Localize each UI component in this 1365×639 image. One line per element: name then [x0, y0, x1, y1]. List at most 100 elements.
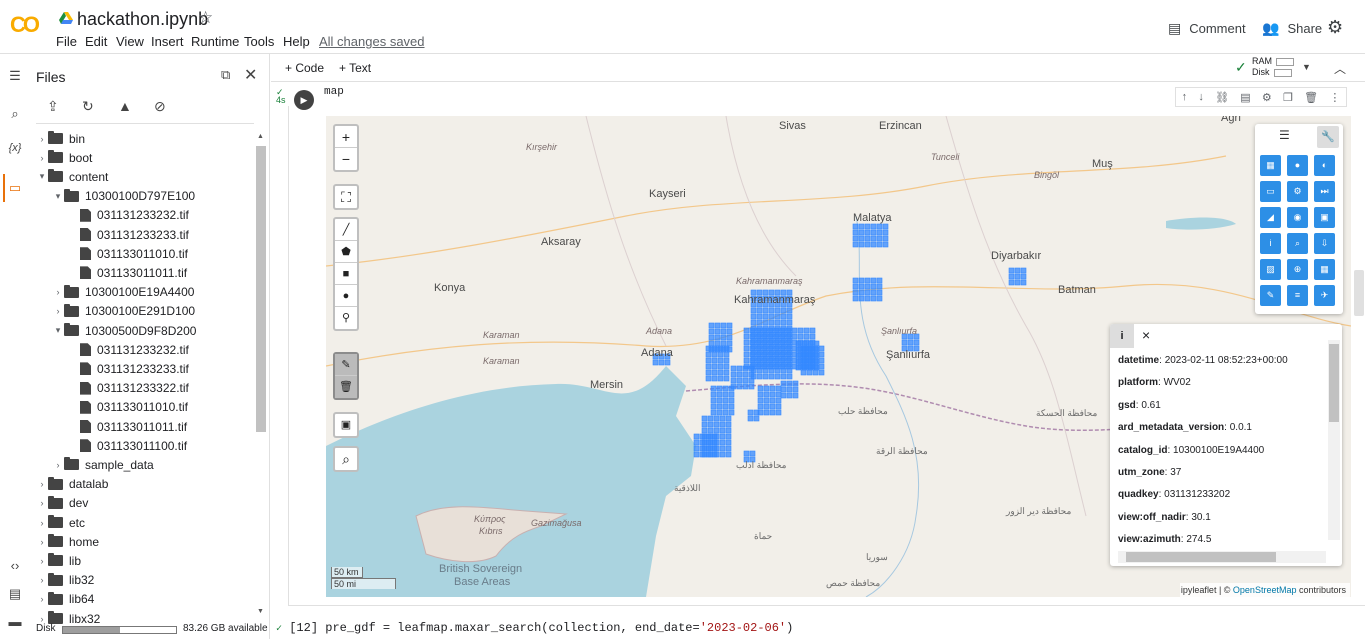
tree-folder[interactable]: › datalab: [36, 475, 108, 494]
scroll-down-arrow-icon[interactable]: ▼: [257, 608, 264, 615]
tree-file[interactable]: 031131233232.tif: [68, 206, 189, 225]
menu-runtime[interactable]: Runtime: [191, 34, 239, 49]
tree-file[interactable]: 031131233233.tif: [68, 359, 189, 378]
zoom-tool-icon[interactable]: ⊕: [1287, 259, 1308, 280]
toc-icon[interactable]: ☰: [6, 68, 24, 86]
collapse-header-icon[interactable]: ︿: [1334, 60, 1346, 77]
move-up-icon[interactable]: ↑: [1182, 91, 1188, 103]
chevron-right-icon[interactable]: ›: [36, 134, 48, 144]
add-text-button[interactable]: + Text: [339, 61, 371, 75]
search-icon[interactable]: ⌕: [6, 106, 24, 124]
chevron-right-icon[interactable]: ›: [36, 537, 48, 547]
scroll-up-arrow-icon[interactable]: ▲: [257, 133, 264, 140]
draw-circle-icon[interactable]: ●: [335, 285, 357, 307]
command-palette-icon[interactable]: ▤: [6, 586, 24, 604]
delete-cell-icon[interactable]: 🗑: [1304, 91, 1318, 104]
basemap-icon[interactable]: ▦: [1260, 155, 1281, 176]
chevron-right-icon[interactable]: ›: [36, 575, 48, 585]
image-icon[interactable]: ▨: [1260, 259, 1281, 280]
notebook-title[interactable]: hackathon.ipynb: [77, 9, 208, 30]
folder-icon[interactable]: ▭: [6, 180, 24, 198]
runtime-dropdown-icon[interactable]: ▼: [1302, 62, 1311, 72]
variables-icon[interactable]: {x}: [6, 142, 24, 160]
chevron-right-icon[interactable]: ›: [36, 594, 48, 604]
zoom-out-button[interactable]: −: [335, 148, 357, 170]
draw-marker-icon[interactable]: ⚲: [335, 307, 357, 329]
chevron-right-icon[interactable]: ›: [36, 518, 48, 528]
tree-folder[interactable]: ▾ content: [36, 167, 108, 186]
draw-polyline-icon[interactable]: ╱: [335, 219, 357, 241]
layer-box-icon[interactable]: ▣: [335, 414, 357, 436]
folder-open-icon[interactable]: ▭: [1260, 181, 1281, 202]
run-cell-button[interactable]: ▶: [294, 90, 314, 110]
refresh-folder-icon[interactable]: ↻: [82, 98, 94, 115]
hide-hidden-files-icon[interactable]: ⊘: [154, 98, 166, 115]
cell-settings-icon[interactable]: ⚙: [1262, 91, 1272, 104]
tree-folder[interactable]: › sample_data: [52, 455, 154, 474]
tree-folder[interactable]: › 10300100E19A4400: [52, 283, 194, 302]
tree-folder[interactable]: › lib32: [36, 571, 94, 590]
fast-forward-icon[interactable]: ⏭: [1314, 181, 1335, 202]
chevron-right-icon[interactable]: ›: [36, 498, 48, 508]
tree-folder[interactable]: ▾ 10300100D797E100: [52, 187, 195, 206]
draw-polygon-icon[interactable]: ⬟: [335, 241, 357, 263]
tree-folder[interactable]: › 10300100E291D100: [52, 302, 195, 321]
tree-folder[interactable]: › lib: [36, 551, 81, 570]
chevron-right-icon[interactable]: ›: [36, 153, 48, 163]
edit-tool-icon[interactable]: ✎: [1260, 285, 1281, 306]
globe-icon[interactable]: ●: [1287, 155, 1308, 176]
tree-folder[interactable]: ▾ 10300500D9F8D200: [52, 321, 196, 340]
tree-folder[interactable]: › home: [36, 532, 99, 551]
terminal-icon[interactable]: ▬: [6, 614, 24, 632]
tree-file[interactable]: 031131233232.tif: [68, 340, 189, 359]
menu-view[interactable]: View: [116, 34, 144, 49]
chevron-down-icon[interactable]: ▾: [52, 325, 64, 336]
tree-folder[interactable]: › bin: [36, 129, 85, 148]
osm-link[interactable]: OpenStreetMap: [1233, 585, 1297, 595]
notebook-scrollbar[interactable]: [1354, 270, 1364, 316]
tree-folder[interactable]: › boot: [36, 148, 92, 167]
save-status[interactable]: All changes saved: [319, 34, 425, 49]
info-icon[interactable]: i: [1110, 324, 1134, 348]
upload-icon[interactable]: ⇪: [47, 98, 59, 115]
tree-file[interactable]: 031133011010.tif: [68, 244, 188, 263]
file-scroll-thumb[interactable]: [256, 146, 266, 432]
link-icon[interactable]: ⛓: [1215, 91, 1229, 104]
menu-help[interactable]: Help: [283, 34, 310, 49]
chevron-right-icon[interactable]: ›: [36, 556, 48, 566]
chevron-down-icon[interactable]: ▾: [52, 191, 64, 202]
menu-tools[interactable]: Tools: [244, 34, 274, 49]
map-search-icon[interactable]: ⌕: [335, 448, 357, 470]
code-snippets-icon[interactable]: ‹›: [6, 558, 24, 576]
resource-monitor[interactable]: RAM Disk: [1252, 56, 1294, 78]
delete-layers-icon[interactable]: 🗑: [335, 376, 357, 398]
plane-icon[interactable]: ✈: [1314, 285, 1335, 306]
info-scroll-thumb[interactable]: [1329, 344, 1339, 422]
chevron-right-icon[interactable]: ›: [52, 460, 64, 470]
contrast-icon[interactable]: ◐: [1314, 155, 1335, 176]
chevron-right-icon[interactable]: ›: [36, 614, 48, 624]
menu-insert[interactable]: Insert: [151, 34, 184, 49]
tree-file[interactable]: 031133011011.tif: [68, 417, 187, 436]
tree-file[interactable]: 031133011100.tif: [68, 436, 187, 455]
chevron-right-icon[interactable]: ›: [36, 479, 48, 489]
open-in-tab-icon[interactable]: ⧉: [221, 67, 230, 83]
tree-file[interactable]: 031133011010.tif: [68, 398, 188, 417]
tree-file[interactable]: 031133011011.tif: [68, 263, 187, 282]
chevron-right-icon[interactable]: ›: [52, 287, 64, 297]
gears-icon[interactable]: ⚙: [1287, 181, 1308, 202]
table-icon[interactable]: ▦: [1314, 259, 1335, 280]
star-icon[interactable]: ☆: [198, 8, 213, 28]
menu-edit[interactable]: Edit: [85, 34, 107, 49]
move-down-icon[interactable]: ↓: [1198, 91, 1204, 103]
tree-file[interactable]: 031131233233.tif: [68, 225, 189, 244]
share-button[interactable]: 👥 Share: [1262, 20, 1322, 37]
wrench-icon[interactable]: 🔧: [1317, 126, 1339, 148]
more-options-icon[interactable]: ⋮: [1329, 91, 1340, 104]
tree-folder[interactable]: › dev: [36, 494, 88, 513]
mirror-cell-icon[interactable]: ❐: [1283, 91, 1293, 104]
cell-code[interactable]: map: [324, 86, 344, 98]
server-icon[interactable]: ≡: [1287, 285, 1308, 306]
chevron-down-icon[interactable]: ▾: [36, 171, 48, 182]
id-card-icon[interactable]: ▣: [1314, 207, 1335, 228]
